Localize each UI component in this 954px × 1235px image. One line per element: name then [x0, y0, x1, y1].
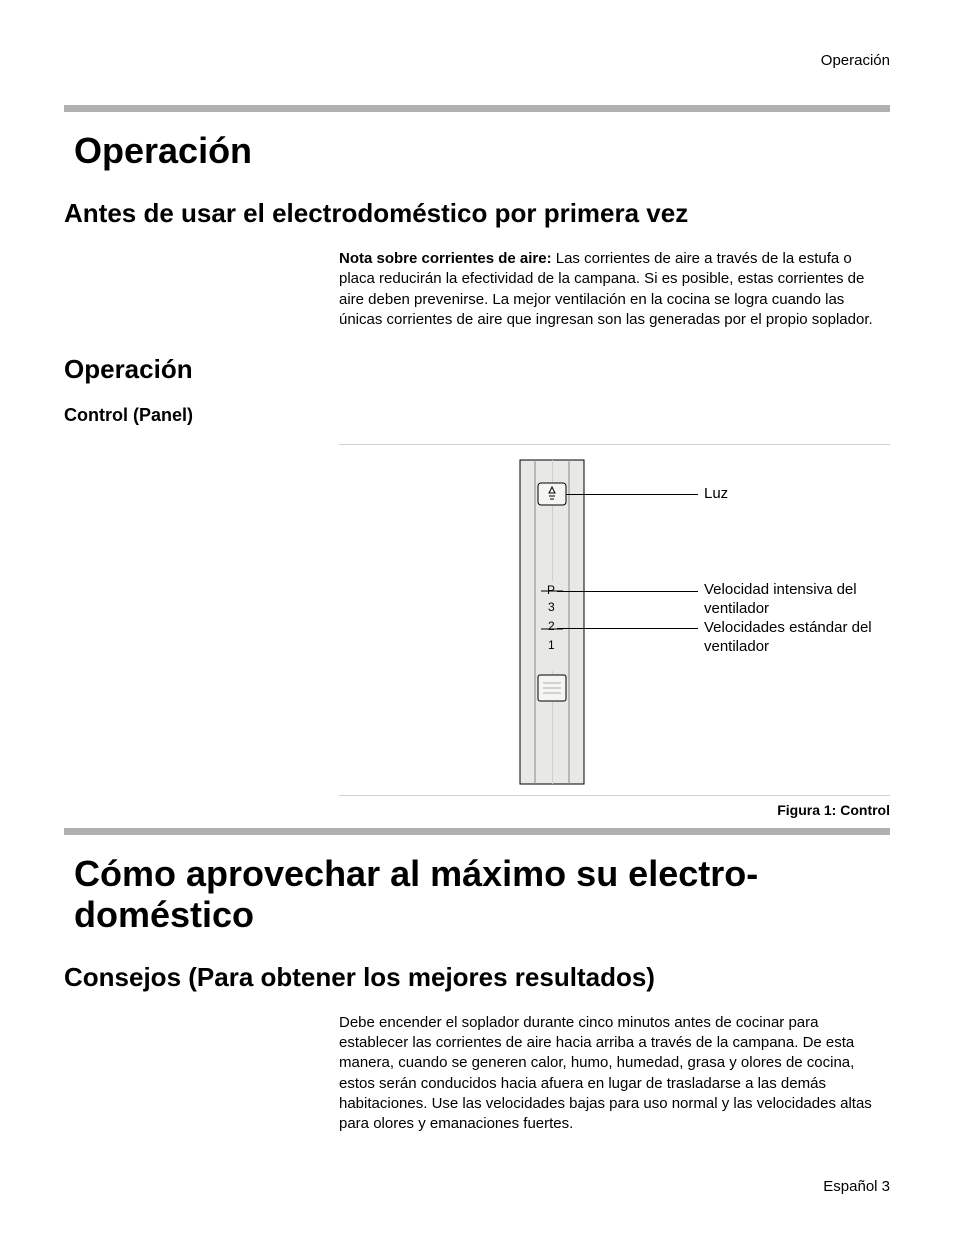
- callout-line-standard: [557, 628, 698, 629]
- subheading-tips: Consejos (Para obtener los mejores resul…: [64, 962, 890, 993]
- page-footer: Español 3: [823, 1178, 890, 1195]
- subheading-control-panel: Control (Panel): [64, 405, 890, 426]
- callout-line-intensive: [557, 591, 698, 592]
- figure-caption: Figura 1: Control: [339, 802, 890, 818]
- tips-block: Debe encender el soplador durante cinco …: [64, 1013, 890, 1135]
- section-title-maximize: Cómo aprovechar al máximo su electro­dom…: [74, 853, 890, 936]
- running-header: Operación: [64, 52, 890, 69]
- note-block: Nota sobre corrientes de aire: Las corri…: [64, 249, 890, 330]
- speed-label-1: 1: [548, 638, 555, 652]
- callout-line-light: [566, 494, 698, 495]
- subheading-operacion: Operación: [64, 354, 890, 385]
- subheading-first-use: Antes de usar el electrodoméstico por pr…: [64, 198, 890, 229]
- callout-label-standard: Velocidades estándar del ventilador: [704, 619, 894, 657]
- speed-label-3: 3: [548, 600, 555, 614]
- callout-label-intensive: Velocidad intensiva del ventilador: [704, 581, 894, 619]
- speed-label-p: P: [547, 583, 555, 597]
- section-divider: [64, 105, 890, 112]
- speed-label-2: 2: [548, 619, 555, 633]
- callout-label-light: Luz: [704, 485, 728, 504]
- figure-bottom-rule: [339, 795, 890, 796]
- figure-control: P 3 2 1 Luz Velocidad intensiva del vent…: [339, 444, 890, 818]
- document-page: Operación Operación Antes de usar el ele…: [0, 0, 954, 1198]
- note-label: Nota sobre corrientes de aire:: [339, 250, 552, 267]
- figure-body: P 3 2 1 Luz Velocidad intensiva del vent…: [339, 445, 890, 795]
- section-title-operacion: Operación: [74, 130, 890, 172]
- section-divider-2: [64, 828, 890, 835]
- tips-text: Debe encender el soplador durante cinco …: [339, 1013, 890, 1135]
